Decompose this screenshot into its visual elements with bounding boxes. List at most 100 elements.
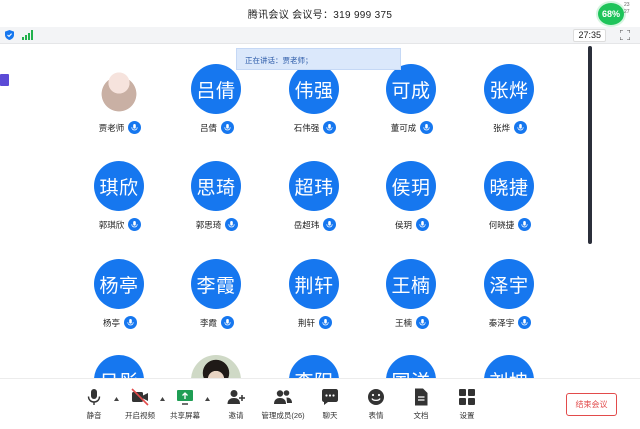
participant-name: 贾老师: [98, 122, 125, 133]
microphone-icon[interactable]: [323, 121, 337, 134]
participant-avatar: 超玮: [289, 161, 339, 211]
participant-name-row: 董可成: [364, 121, 460, 134]
participant-name-row: 郭琪欣: [72, 218, 168, 231]
participant-tile[interactable]: 侯玥 侯玥: [364, 161, 460, 251]
video-button[interactable]: 开启视频: [115, 387, 165, 421]
share-options-caret-icon[interactable]: [205, 397, 210, 401]
participant-tile[interactable]: 刘坤: [462, 355, 558, 378]
participant-name-row: 郭思琦: [169, 218, 265, 231]
side-panel-toggle[interactable]: [0, 74, 9, 86]
end-meeting-button[interactable]: 结束会议: [566, 393, 617, 416]
share-screen-button[interactable]: 共享屏幕: [160, 387, 210, 421]
reactions-label: 表情: [368, 411, 384, 420]
participant-tile[interactable]: [169, 355, 265, 378]
documents-button[interactable]: 文档: [396, 387, 446, 421]
microphone-icon[interactable]: [420, 121, 434, 134]
participant-tile[interactable]: 王楠 王楠: [364, 259, 460, 349]
participant-avatar: 琪欣: [94, 161, 144, 211]
participant-tile[interactable]: 张烨 张烨: [462, 64, 558, 154]
participant-avatar: [191, 355, 241, 378]
chat-icon: [322, 389, 338, 405]
meeting-info-bar: 27:35: [0, 27, 640, 44]
performance-widget[interactable]: 68%: [596, 0, 626, 27]
participant-name-row: 侯玥: [364, 218, 460, 231]
microphone-icon[interactable]: [221, 121, 234, 134]
participant-tile[interactable]: 李阳: [267, 355, 363, 378]
participant-tile[interactable]: 吕倩 吕倩: [169, 64, 265, 154]
microphone-icon[interactable]: [416, 218, 429, 231]
reactions-button[interactable]: 表情: [351, 387, 401, 421]
scrollbar[interactable]: [588, 46, 592, 244]
settings-button[interactable]: 设置: [442, 387, 492, 421]
signal-strength-icon[interactable]: [22, 30, 33, 40]
microphone-icon[interactable]: [221, 316, 234, 329]
shield-icon[interactable]: [5, 30, 14, 40]
manage-members-button[interactable]: 管理成员(26): [258, 387, 308, 421]
participant-name: 荆轩: [297, 317, 315, 328]
participant-name-row: 王楠: [364, 316, 460, 329]
invite-button[interactable]: 邀请: [211, 387, 261, 421]
participant-avatar: [94, 64, 144, 114]
fullscreen-icon[interactable]: [620, 30, 630, 40]
participant-avatar: 侯玥: [386, 161, 436, 211]
participant-tile[interactable]: 国洋: [364, 355, 460, 378]
emoji-icon: [368, 389, 384, 405]
participant-tile[interactable]: 晓捷 何晓捷: [462, 161, 558, 251]
microphone-icon[interactable]: [416, 316, 429, 329]
participant-tile[interactable]: 李霞 李霞: [169, 259, 265, 349]
document-icon: [415, 388, 428, 406]
participant-name-row: 杨亭: [72, 316, 168, 329]
speaking-indicator: 正在讲话：贾老师；: [236, 48, 401, 70]
title-bar: 腾讯会议 会议号：319 999 375 68% 23 27: [0, 0, 640, 27]
participant-name: 石伟强: [293, 122, 320, 133]
network-stats: 23 27: [624, 2, 638, 16]
participant-tile[interactable]: 泽宇 秦泽宇: [462, 259, 558, 349]
participant-tile[interactable]: 贾老师: [72, 64, 168, 154]
settings-label: 设置: [459, 411, 475, 420]
participant-name: 何晓捷: [488, 219, 515, 230]
participant-avatar: 张烨: [484, 64, 534, 114]
participant-name: 张烨: [492, 122, 510, 133]
participant-avatar: 刘坤: [484, 355, 534, 378]
participant-tile[interactable]: 伟强 石伟强: [267, 64, 363, 154]
participant-tile[interactable]: 杨亭 杨亭: [72, 259, 168, 349]
participant-name: 李霞: [199, 317, 217, 328]
microphone-icon[interactable]: [128, 121, 142, 134]
invite-label: 邀请: [228, 411, 244, 420]
microphone-icon[interactable]: [128, 218, 142, 231]
participant-name: 王楠: [394, 317, 412, 328]
share-screen-label: 共享屏幕: [170, 411, 200, 420]
microphone-icon[interactable]: [319, 316, 332, 329]
chat-button[interactable]: 聊天: [305, 387, 355, 421]
microphone-icon[interactable]: [518, 218, 532, 231]
participant-tile[interactable]: 思琦 郭思琦: [169, 161, 265, 251]
participant-name: 董可成: [390, 122, 417, 133]
participant-avatar: 泽宇: [484, 259, 534, 309]
microphone-icon[interactable]: [514, 121, 527, 134]
mute-label: 静音: [86, 411, 102, 420]
participant-tile[interactable]: 可成 董可成: [364, 64, 460, 154]
participant-name: 岳超玮: [293, 219, 320, 230]
participant-name-row: 岳超玮: [267, 218, 363, 231]
microphone-icon[interactable]: [323, 218, 337, 231]
upload-stat: 23: [624, 2, 630, 8]
participant-tile[interactable]: 超玮岳超玮: [267, 161, 363, 251]
video-label: 开启视频: [125, 411, 155, 420]
chat-label: 聊天: [322, 411, 338, 420]
participant-name-row: 荆轩: [267, 316, 363, 329]
participant-tile[interactable]: 琪欣 郭琪欣: [72, 161, 168, 251]
participant-name-row: 李霞: [169, 316, 265, 329]
microphone-icon[interactable]: [124, 316, 137, 329]
mute-button[interactable]: 静音: [69, 387, 119, 421]
microphone-icon[interactable]: [518, 316, 532, 329]
participant-tile[interactable]: 日彤: [72, 355, 168, 378]
participant-tile[interactable]: 荆轩 荆轩: [267, 259, 363, 349]
microphone-icon[interactable]: [225, 218, 239, 231]
window-title: 腾讯会议 会议号：319 999 375: [247, 10, 393, 21]
participant-name-row: 张烨: [462, 121, 558, 134]
participant-name-row: 秦泽宇: [462, 316, 558, 329]
meeting-window: 贾老师 吕倩 吕倩 伟强 石伟强 可成 董可成 张烨 张烨 琪欣 郭琪欣 思琦 郭思琦 超玮 岳超玮 侯玥 侯玥…: [0, 0, 640, 429]
participant-avatar: 李阳: [289, 355, 339, 378]
participant-avatar: 国洋: [386, 355, 436, 378]
participant-name-row: 石伟强: [267, 121, 363, 134]
